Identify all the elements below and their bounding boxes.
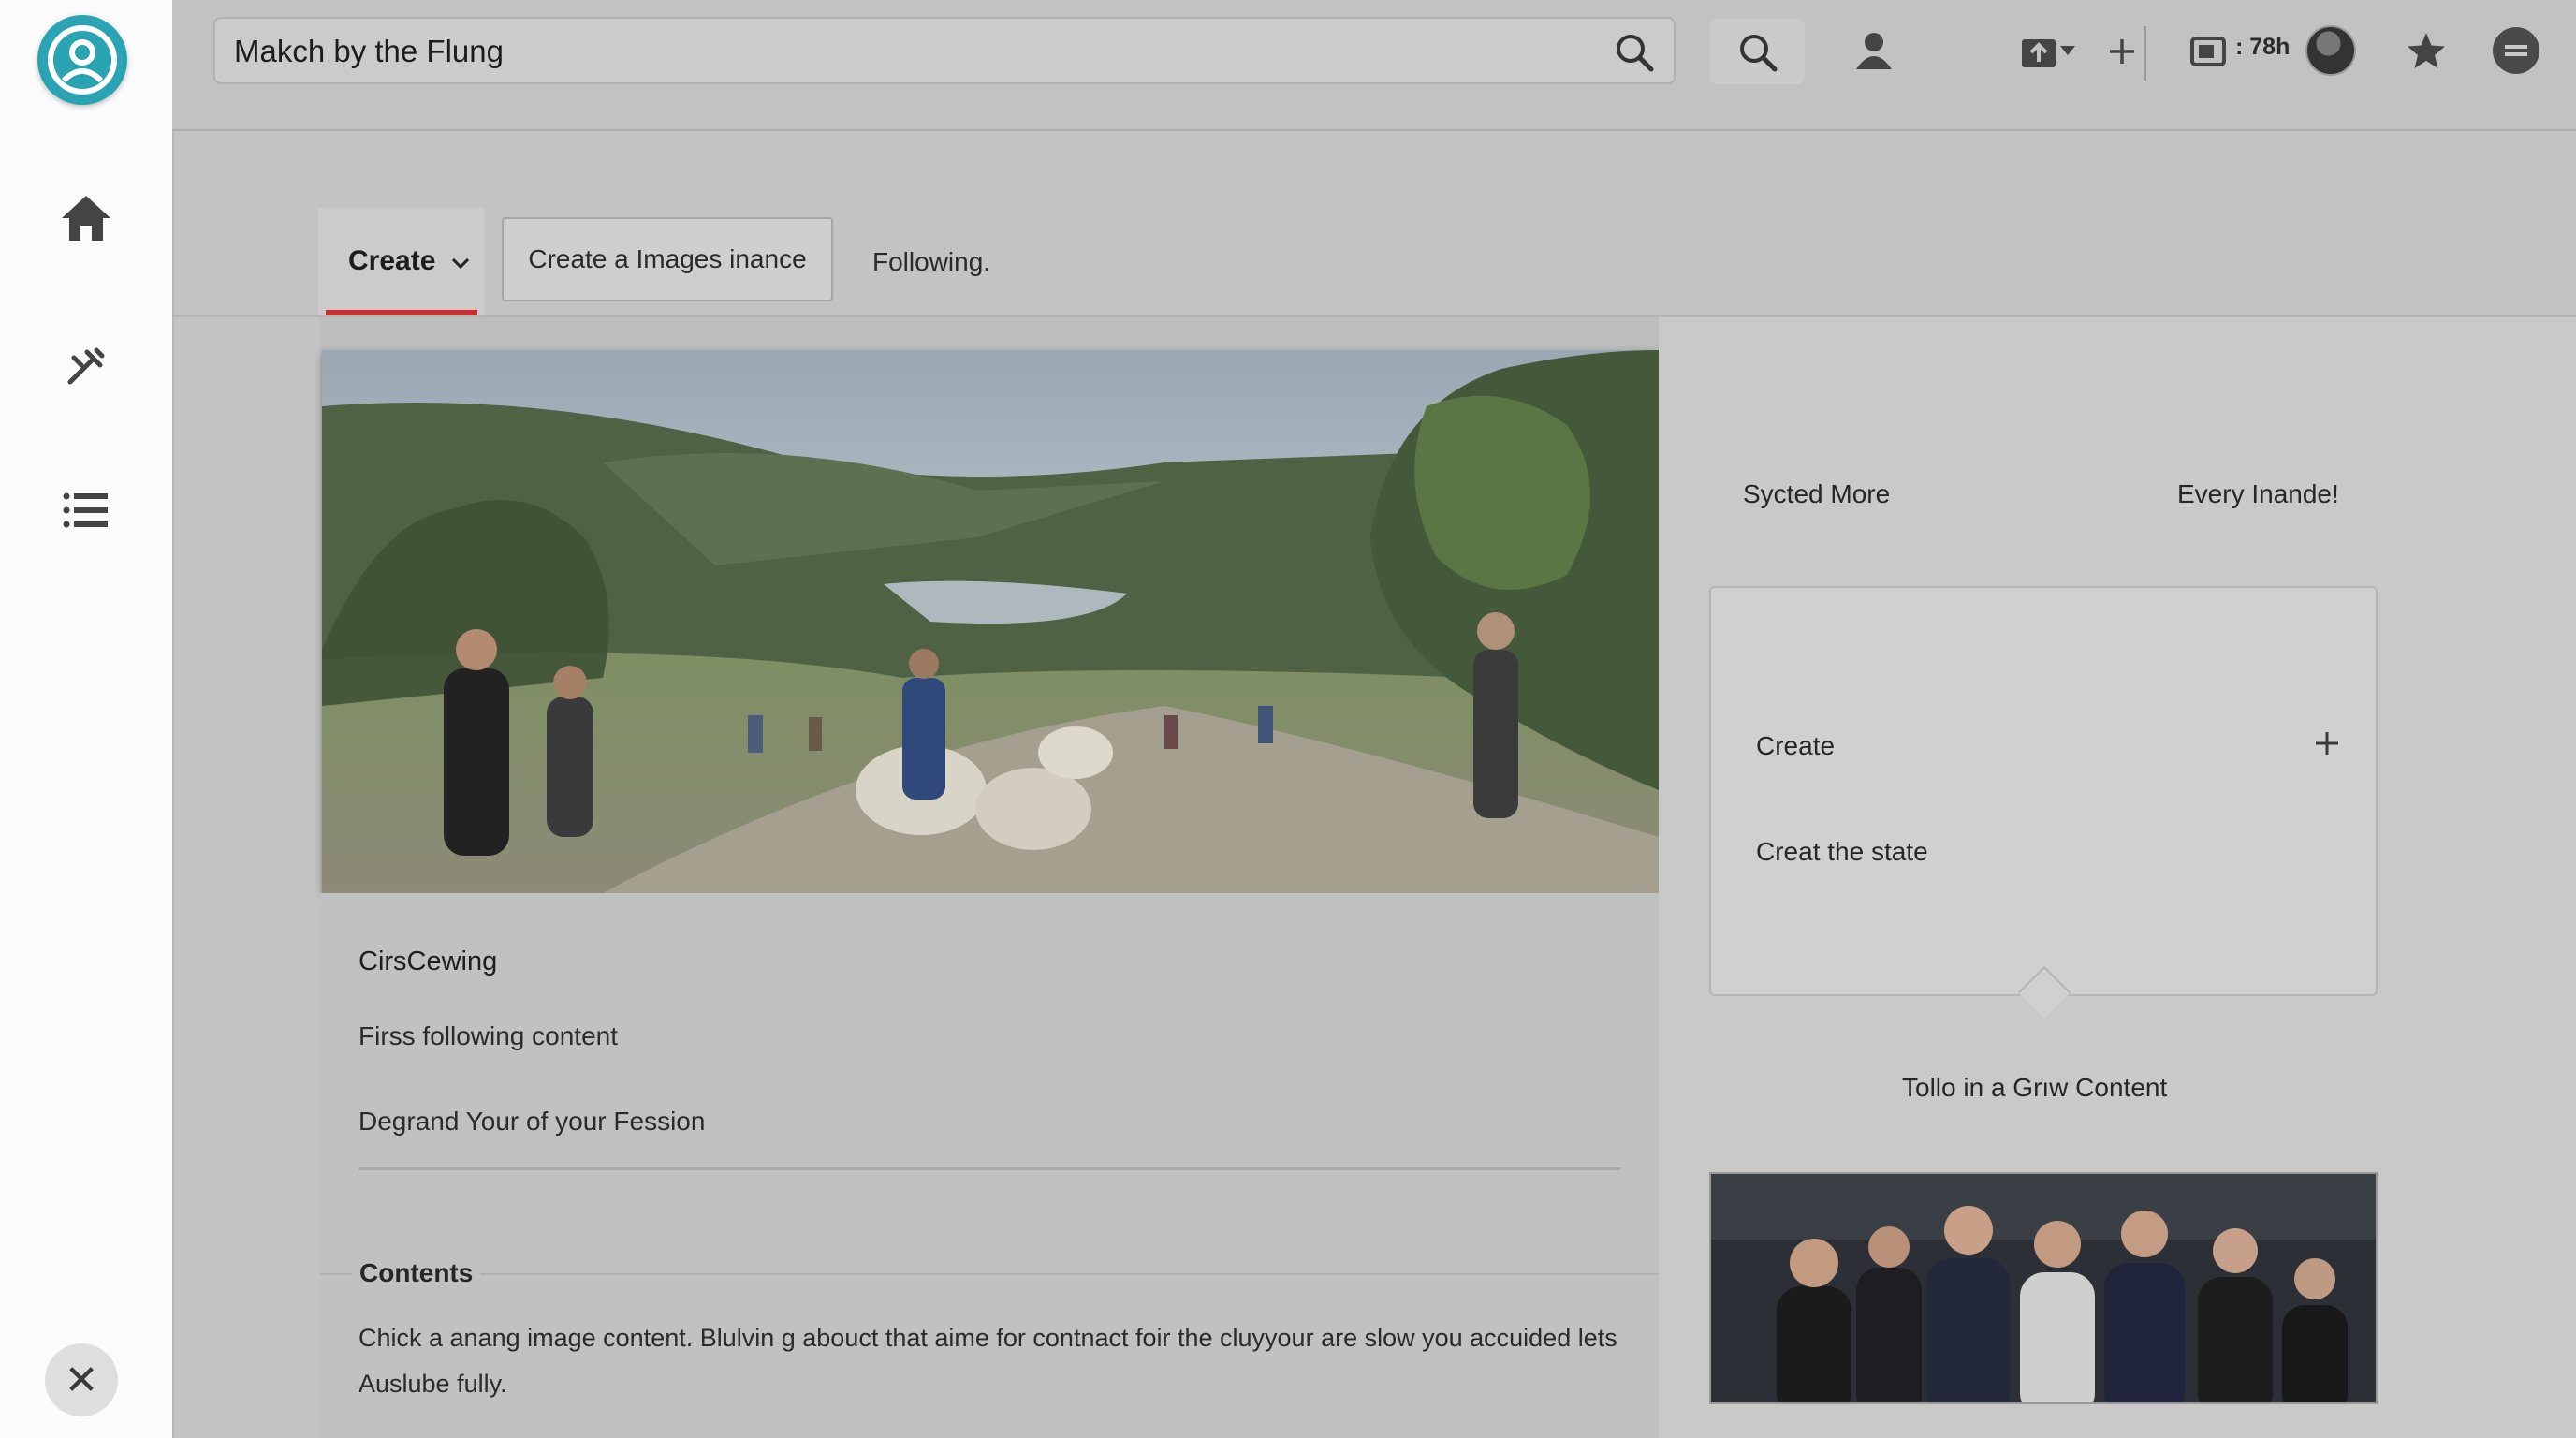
contents-divider — [320, 1273, 1659, 1275]
chevron-down-icon[interactable] — [2056, 37, 2080, 64]
active-tab-indicator — [326, 310, 477, 315]
tab-create[interactable]: Create — [348, 245, 470, 277]
activity-counter: : 78h — [2235, 34, 2291, 60]
post-title: CirsCewing — [359, 946, 498, 976]
plus-icon[interactable] — [2099, 26, 2145, 77]
tab-following[interactable]: Following. — [872, 247, 990, 277]
avatar[interactable] — [2305, 25, 2356, 76]
video-icon[interactable] — [2185, 28, 2232, 75]
contents-heading: Contents — [352, 1258, 481, 1288]
team-photo[interactable] — [1709, 1172, 2378, 1404]
close-icon[interactable]: ✕ — [45, 1343, 118, 1416]
home-icon[interactable] — [49, 185, 124, 251]
star-icon[interactable] — [2400, 24, 2452, 77]
profile-logo-icon[interactable] — [37, 15, 127, 105]
chevron-down-icon — [451, 257, 469, 270]
list-icon[interactable] — [49, 477, 124, 543]
create-panel — [1709, 586, 2378, 996]
contents-body-line2: Auslube fully. — [359, 1370, 507, 1398]
toolbar-divider — [2144, 26, 2146, 81]
menu-icon[interactable] — [2490, 24, 2542, 77]
create-images-button[interactable]: Create a Images inance — [502, 217, 833, 301]
hero-image[interactable] — [322, 350, 1659, 893]
post-subtitle: Firss following content — [359, 1021, 619, 1050]
synced-more-link[interactable]: Sycted More — [1743, 479, 1890, 509]
panel-create-item[interactable]: Create — [1756, 731, 1835, 761]
search-icon[interactable] — [1608, 26, 1661, 79]
post-divider — [359, 1167, 1620, 1170]
tools-icon[interactable] — [49, 333, 124, 399]
user-icon[interactable] — [1848, 24, 1900, 77]
follow-grow-content[interactable]: Tollo in a Grıw Content — [1902, 1073, 2167, 1103]
search-icon[interactable] — [1732, 26, 1784, 79]
post-info-panel — [320, 893, 1659, 1438]
contents-body-line1: Chick a anang image content. Blulvin g a… — [359, 1324, 1617, 1352]
tab-create-label: Create — [348, 245, 436, 276]
search-input-value: Makch by the Flung — [234, 34, 504, 68]
plus-icon[interactable] — [2310, 726, 2344, 760]
post-description: Degrand Your of your Fession — [359, 1107, 706, 1136]
create-images-label: Create a Images inance — [528, 244, 807, 273]
every-inande-link[interactable]: Every Inande! — [2177, 479, 2339, 509]
panel-create-state-item[interactable]: Creat the state — [1756, 837, 1928, 867]
